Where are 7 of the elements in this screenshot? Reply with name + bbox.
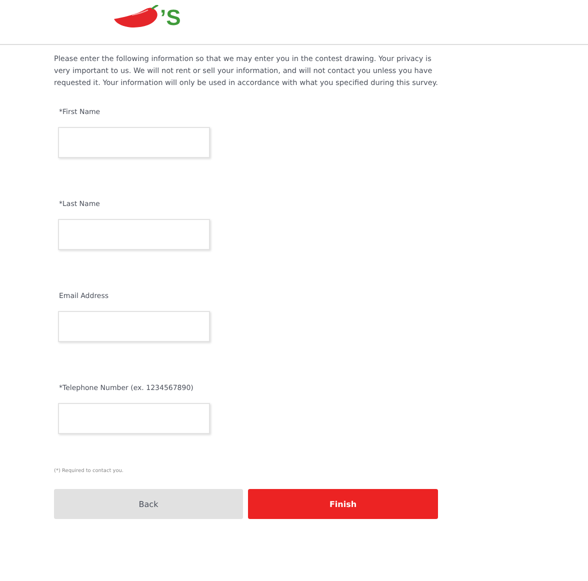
finish-button[interactable]: Finish (248, 489, 438, 519)
input-field[interactable] (58, 403, 210, 434)
back-button[interactable]: Back (54, 489, 243, 519)
input-field[interactable] (58, 219, 210, 250)
logo-text: ’S (160, 5, 181, 31)
input-field[interactable] (58, 311, 210, 342)
input-field[interactable] (58, 127, 210, 158)
